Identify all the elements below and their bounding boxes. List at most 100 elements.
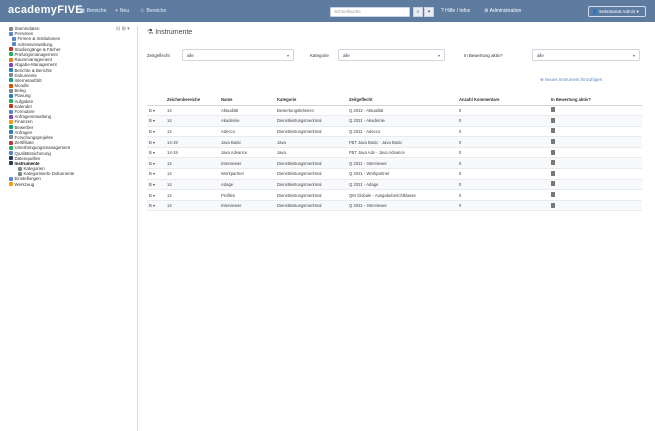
column-header[interactable]: Zeichenbereiche (165, 95, 219, 106)
folder-icon (9, 145, 13, 150)
instrument-name-link[interactable]: Adecco (219, 126, 275, 138)
row-actions-menu[interactable]: B ▾ (147, 200, 165, 212)
delete-cell[interactable] (549, 126, 642, 138)
table-cell[interactable]: 14 (165, 179, 219, 191)
table-cell[interactable]: 14 (165, 168, 219, 180)
admin-menu[interactable]: ⚙ Administration (484, 8, 521, 14)
table-cell[interactable]: 14 (165, 200, 219, 212)
delete-cell[interactable] (549, 115, 642, 127)
instrument-name-link[interactable]: Interviewer (219, 200, 275, 212)
column-header[interactable]: Kategorie (275, 95, 347, 106)
row-actions-menu[interactable]: B ▾ (147, 168, 165, 180)
nav-areas-menu[interactable]: ▦ Bereiche (80, 8, 106, 14)
table-cell: Dienstleistungsmerkmal (275, 168, 347, 180)
sidebar-item[interactable]: Werkzeug (6, 182, 138, 187)
trash-icon[interactable] (551, 170, 555, 176)
row-actions-menu[interactable]: B ▾ (147, 115, 165, 127)
table-row[interactable]: B ▾ 14 Interviewer Dienstleistungsmerkmal Q … (147, 157, 642, 170)
nav-favorites-menu[interactable]: ☆ Bereiche (140, 8, 166, 14)
table-row[interactable]: B ▾ 14-19 Java Advance Java FBT Java Adv - J… (147, 147, 642, 159)
table-cell[interactable]: 14-19 (165, 147, 219, 159)
trash-icon[interactable] (551, 128, 555, 134)
row-actions-menu[interactable]: B ▾ (147, 105, 165, 117)
delete-cell[interactable] (549, 179, 642, 191)
app-logo[interactable]: academyFIVE (8, 4, 83, 16)
trash-icon[interactable] (551, 181, 555, 187)
instrument-name-link[interactable]: Adage (219, 179, 275, 191)
instrument-name-link[interactable]: Java Advance (219, 147, 275, 159)
table-row[interactable]: B ▾ 14 Interviewer Dienstleistungsmerkmal Q … (147, 200, 642, 212)
table-cell[interactable]: 14 (165, 157, 219, 170)
folder-icon (9, 47, 13, 52)
instrument-name-link[interactable]: Workpartner (219, 168, 275, 180)
trash-icon[interactable] (551, 160, 555, 166)
row-actions-menu[interactable]: B ▾ (147, 126, 165, 138)
table-row[interactable]: B ▾ 14 Aktualität Bewertungskriterien Q 2022… (147, 105, 642, 117)
table-row[interactable]: B ▾ 14 Profiles Dienstleistungsmerkmal QM Gl… (147, 189, 642, 201)
folder-icon (9, 62, 13, 67)
nav-new-menu[interactable]: + Neu (115, 8, 129, 14)
table-cell[interactable]: 14 (165, 115, 219, 127)
quick-search-input[interactable]: Schnellsuche (330, 7, 410, 17)
table-row[interactable]: B ▾ 14 Akademie Dienstleistungsmerkmal Q 202… (147, 115, 642, 127)
delete-cell[interactable] (549, 105, 642, 117)
delete-cell[interactable] (549, 136, 642, 148)
folder-icon (9, 176, 13, 181)
search-options-button[interactable]: ▾ (424, 7, 434, 17)
trash-icon[interactable] (551, 107, 555, 113)
instrument-name-link[interactable]: Profiles (219, 189, 275, 201)
instrument-name-link[interactable]: Java Basic (219, 136, 275, 148)
table-cell: 0 (457, 147, 549, 159)
row-actions-menu[interactable]: B ▾ (147, 179, 165, 191)
page-title-text: Instrumente (155, 29, 193, 36)
table-cell: 0 (457, 200, 549, 212)
delete-cell[interactable] (549, 168, 642, 180)
delete-cell[interactable] (549, 200, 642, 212)
row-actions-menu[interactable]: B ▾ (147, 157, 165, 170)
table-row[interactable]: B ▾ 14 Adage Dienstleistungsmerkmal Q 2021 -… (147, 179, 642, 191)
table-cell[interactable]: 14 (165, 189, 219, 201)
table-cell: QM Globale - Ausgabeberichtklasse (347, 189, 457, 201)
filter-kategorie-select[interactable]: alle ▾ (338, 49, 445, 61)
instrument-name-link[interactable]: Interviewer (219, 157, 275, 170)
table-cell[interactable]: 14 (165, 126, 219, 138)
trash-icon[interactable] (551, 192, 555, 198)
filter-zeitgeflecht-value: alle (187, 53, 194, 58)
table-row[interactable]: B ▾ 14 Adecco Dienstleistungsmerkmal Q 2021 … (147, 126, 642, 138)
search-button[interactable]: ⌕ (413, 7, 423, 17)
filter-bewertung-select[interactable]: alle ▾ (532, 49, 640, 61)
nav-new-label: Neu (119, 8, 130, 14)
add-instrument-label: Neues Instrument hinzufügen (544, 77, 603, 82)
row-actions-menu[interactable]: B ▾ (147, 189, 165, 201)
table-row[interactable]: B ▾ 14 Workpartner Dienstleistungsmerkmal Q … (147, 168, 642, 180)
column-header[interactable]: Anzahl Kommentare (457, 95, 549, 106)
folder-icon (9, 135, 13, 140)
trash-icon[interactable] (551, 149, 555, 155)
row-actions-menu[interactable]: B ▾ (147, 136, 165, 148)
column-header[interactable]: Name (219, 95, 275, 106)
add-instrument-link[interactable]: ⊕ Neues Instrument hinzufügen (540, 77, 602, 83)
delete-cell[interactable] (549, 189, 642, 201)
column-header[interactable]: Zeitgeflecht (347, 95, 457, 106)
filter-zeitgeflecht-select[interactable]: alle ▾ (182, 49, 294, 61)
instrument-name-link[interactable]: Akademie (219, 115, 275, 127)
column-header[interactable] (147, 95, 165, 106)
instrument-name-link[interactable]: Aktualität (219, 105, 275, 117)
page-title: ⚗ Instrumente (147, 28, 192, 36)
delete-cell[interactable] (549, 147, 642, 159)
help-label: Hilfe / Infos (445, 8, 471, 14)
table-cell[interactable]: 14-19 (165, 136, 219, 148)
table-cell: Q 2022 - Aktualität (347, 105, 457, 117)
nav-areas-label: Bereiche (86, 8, 107, 14)
table-row[interactable]: B ▾ 14-19 Java Basic Java FBT Java Basic - J… (147, 136, 642, 148)
user-menu-button[interactable]: 👤 Sekretariat Admin ▾ (588, 6, 646, 17)
table-cell: 0 (457, 189, 549, 201)
column-header[interactable]: In Bewertung aktiv? (549, 95, 642, 106)
row-actions-menu[interactable]: B ▾ (147, 147, 165, 159)
trash-icon[interactable] (551, 202, 555, 208)
table-cell[interactable]: 14 (165, 105, 219, 117)
trash-icon[interactable] (551, 117, 555, 123)
help-menu[interactable]: ? Hilfe / Infos (441, 8, 470, 14)
delete-cell[interactable] (549, 157, 642, 170)
trash-icon[interactable] (551, 139, 555, 145)
